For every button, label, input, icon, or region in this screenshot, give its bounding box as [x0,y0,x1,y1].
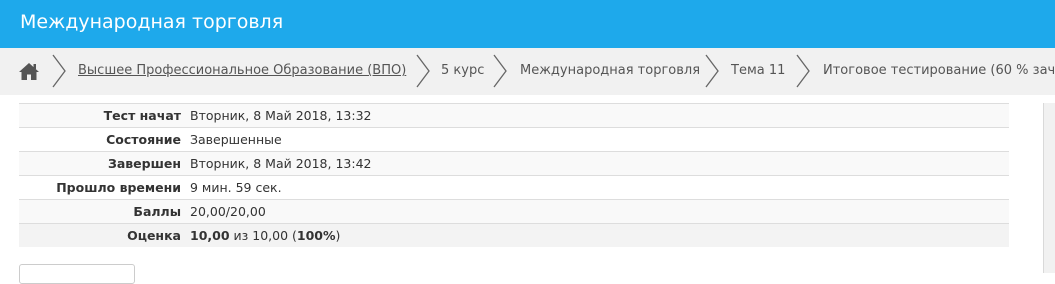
breadcrumb-separator-icon [796,54,810,88]
summary-value: Вторник, 8 Май 2018, 13:42 [187,151,1009,176]
summary-value: Вторник, 8 Май 2018, 13:32 [187,103,1009,128]
breadcrumb-item-vpo[interactable]: Высшее Профессиональное Образование (ВПО… [78,63,406,78]
breadcrumb-item-topic[interactable]: Тема 11 [731,63,785,78]
page-title: Международная торговля [20,11,284,33]
page-header: Международная торговля [0,0,1055,48]
summary-label: Состояние [19,127,187,152]
table-row: Тест начат Вторник, 8 Май 2018, 13:32 [19,103,1009,128]
summary-label: Оценка [19,223,187,247]
breadcrumb-item-final-test[interactable]: Итоговое тестирование (60 % заче [823,63,1055,78]
summary-label: Баллы [19,199,187,224]
summary-label: Тест начат [19,103,187,128]
grade-percent: 100% [296,228,336,243]
table-row: Прошло времени 9 мин. 59 сек. [19,175,1009,200]
summary-label: Завершен [19,151,187,176]
grade-value: 10,00 из 10,00 (100%) [187,223,1009,247]
breadcrumb-separator-icon [416,54,430,88]
breadcrumb: Высшее Профессиональное Образование (ВПО… [0,48,1055,95]
table-row: Завершен Вторник, 8 Май 2018, 13:42 [19,151,1009,176]
breadcrumb-item-course[interactable]: 5 курс [441,63,484,78]
grade-close: ) [335,228,341,243]
summary-value: 20,00/20,00 [187,199,1009,224]
breadcrumb-item-subject[interactable]: Международная торговля [520,63,700,78]
breadcrumb-separator-icon [705,54,719,88]
summary-value: Завершенные [187,127,1009,152]
quiz-summary-table: Тест начат Вторник, 8 Май 2018, 13:32 Со… [19,103,1009,247]
summary-value: 9 мин. 59 сек. [187,175,1009,200]
home-icon[interactable] [18,61,40,81]
breadcrumb-separator-icon [52,54,66,88]
table-row: Оценка 10,00 из 10,00 (100%) [19,223,1009,247]
side-block [1043,103,1055,273]
summary-label: Прошло времени [19,175,187,200]
grade-of-text: из 10,00 ( [229,228,297,243]
finish-review-button[interactable] [19,264,135,284]
grade-score: 10,00 [190,228,230,243]
table-row: Баллы 20,00/20,00 [19,199,1009,224]
table-row: Состояние Завершенные [19,127,1009,152]
breadcrumb-separator-icon [493,54,507,88]
